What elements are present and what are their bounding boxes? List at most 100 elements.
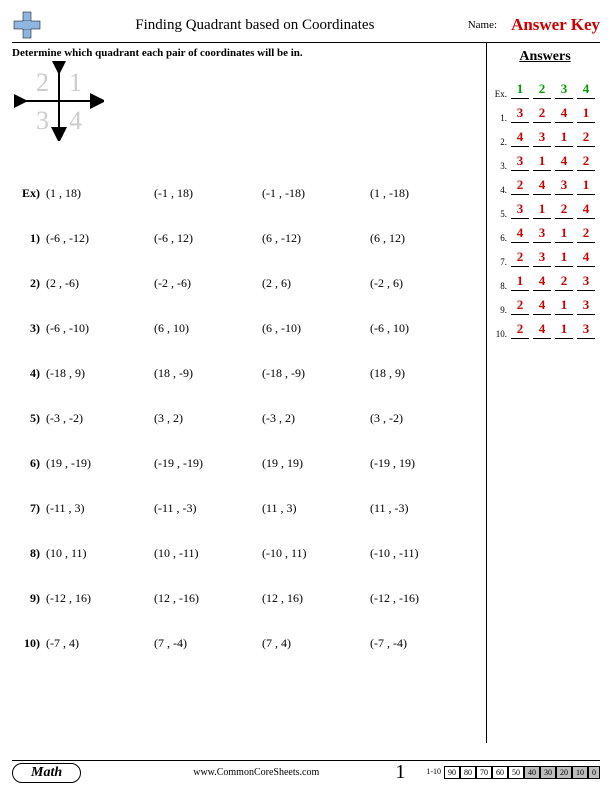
coord-cell: (11 , 3) <box>262 501 370 516</box>
answer-value: 3 <box>511 153 529 171</box>
problems-column: Determine which quadrant each pair of co… <box>12 43 487 743</box>
coord-cell: (-6 , -10) <box>46 321 154 336</box>
coord-cell: (-7 , -4) <box>370 636 478 651</box>
answer-value: 1 <box>577 177 595 195</box>
problem-row: 1) (-6 , -12) (-6 , 12) (6 , -12) (6 , 1… <box>12 216 482 261</box>
main-area: Determine which quadrant each pair of co… <box>12 43 600 743</box>
problem-row: 3) (-6 , -10) (6 , 10) (6 , -10) (-6 , 1… <box>12 306 482 351</box>
quadrant-diagram: 2 1 3 4 <box>14 61 104 141</box>
answer-row: 5.3124 <box>493 195 597 219</box>
coord-cell: (-6 , -12) <box>46 231 154 246</box>
score-cell: 90 <box>444 766 460 779</box>
problem-label: Ex) <box>12 186 46 201</box>
answer-value: 4 <box>533 273 551 291</box>
answer-value: 4 <box>511 129 529 147</box>
coord-cell: (19 , 19) <box>262 456 370 471</box>
coord-cell: (-10 , 11) <box>262 546 370 561</box>
answer-value: 1 <box>555 225 573 243</box>
problem-row: 10) (-7 , 4) (7 , -4) (7 , 4) (-7 , -4) <box>12 621 482 666</box>
answer-row: 2.4312 <box>493 123 597 147</box>
footer: Math www.CommonCoreSheets.com 1 1-10 908… <box>12 760 600 784</box>
coord-cell: (18 , -9) <box>154 366 262 381</box>
answer-value: 2 <box>511 249 529 267</box>
answer-label: 5. <box>493 209 507 219</box>
name-label: Name: <box>468 19 497 31</box>
score-cells: 9080706050403020100 <box>444 766 600 779</box>
problem-row: 6) (19 , -19) (-19 , -19) (19 , 19) (-19… <box>12 441 482 486</box>
answer-value: 1 <box>555 297 573 315</box>
answers-list: Ex.12341.32412.43123.31424.24315.31246.4… <box>493 75 597 339</box>
score-cell: 80 <box>460 766 476 779</box>
answer-label: 3. <box>493 161 507 171</box>
answer-row: 6.4312 <box>493 219 597 243</box>
answer-label: 4. <box>493 185 507 195</box>
answer-value: 3 <box>533 225 551 243</box>
coord-cell: (7 , -4) <box>154 636 262 651</box>
quad-label-4: 4 <box>69 106 82 135</box>
problem-row: 2) (2 , -6) (-2 , -6) (2 , 6) (-2 , 6) <box>12 261 482 306</box>
problem-label: 9) <box>12 591 46 606</box>
coord-cell: (19 , -19) <box>46 456 154 471</box>
problem-label: 10) <box>12 636 46 651</box>
answer-value: 2 <box>511 297 529 315</box>
answer-value: 1 <box>555 321 573 339</box>
score-cell: 20 <box>556 766 572 779</box>
answer-row: 3.3142 <box>493 147 597 171</box>
problem-label: 2) <box>12 276 46 291</box>
answer-value: 4 <box>533 297 551 315</box>
answer-value: 3 <box>577 273 595 291</box>
answer-value: 3 <box>577 321 595 339</box>
answer-value: 4 <box>555 153 573 171</box>
coord-cell: (-1 , 18) <box>154 186 262 201</box>
answer-key-label: Answer Key <box>511 15 600 35</box>
coord-cell: (18 , 9) <box>370 366 478 381</box>
coord-cell: (11 , -3) <box>370 501 478 516</box>
problem-row: 8) (10 , 11) (10 , -11) (-10 , 11) (-10 … <box>12 531 482 576</box>
site-url: www.CommonCoreSheets.com <box>121 767 391 778</box>
answers-title: Answers <box>493 49 597 65</box>
header: Finding Quadrant based on Coordinates Na… <box>12 10 600 40</box>
coord-cell: (1 , -18) <box>370 186 478 201</box>
answer-value: 4 <box>577 81 595 99</box>
answer-row: 10.2413 <box>493 315 597 339</box>
answer-value: 1 <box>533 201 551 219</box>
problem-label: 8) <box>12 546 46 561</box>
answer-value: 3 <box>577 297 595 315</box>
coord-cell: (3 , 2) <box>154 411 262 426</box>
answer-value: 4 <box>533 177 551 195</box>
logo-icon <box>12 10 42 40</box>
answer-row: 8.1423 <box>493 267 597 291</box>
quad-label-3: 3 <box>36 106 49 135</box>
score-strip: 1-10 9080706050403020100 <box>423 766 600 779</box>
answer-label: 2. <box>493 137 507 147</box>
problem-row: 9) (-12 , 16) (12 , -16) (12 , 16) (-12 … <box>12 576 482 621</box>
coord-cell: (-2 , -6) <box>154 276 262 291</box>
score-cell: 30 <box>540 766 556 779</box>
answer-value: 3 <box>555 177 573 195</box>
problem-label: 4) <box>12 366 46 381</box>
worksheet-page: Finding Quadrant based on Coordinates Na… <box>0 0 612 792</box>
answer-label: 7. <box>493 257 507 267</box>
answer-value: 2 <box>511 177 529 195</box>
quad-label-1: 1 <box>69 68 82 97</box>
quad-label-2: 2 <box>36 68 49 97</box>
coord-cell: (-2 , 6) <box>370 276 478 291</box>
coord-cell: (-18 , 9) <box>46 366 154 381</box>
answer-row: 9.2413 <box>493 291 597 315</box>
coord-cell: (-19 , -19) <box>154 456 262 471</box>
coord-cell: (-12 , 16) <box>46 591 154 606</box>
coord-cell: (-6 , 12) <box>154 231 262 246</box>
answer-value: 3 <box>533 249 551 267</box>
coord-cell: (6 , -12) <box>262 231 370 246</box>
coord-cell: (2 , -6) <box>46 276 154 291</box>
problem-label: 5) <box>12 411 46 426</box>
problem-label: 3) <box>12 321 46 336</box>
answer-row: Ex.1234 <box>493 75 597 99</box>
worksheet-title: Finding Quadrant based on Coordinates <box>50 17 460 34</box>
coord-cell: (-3 , -2) <box>46 411 154 426</box>
coord-cell: (2 , 6) <box>262 276 370 291</box>
problem-label: 1) <box>12 231 46 246</box>
coord-cell: (-7 , 4) <box>46 636 154 651</box>
problem-row: 4) (-18 , 9) (18 , -9) (-18 , -9) (18 , … <box>12 351 482 396</box>
answer-value: 4 <box>555 105 573 123</box>
